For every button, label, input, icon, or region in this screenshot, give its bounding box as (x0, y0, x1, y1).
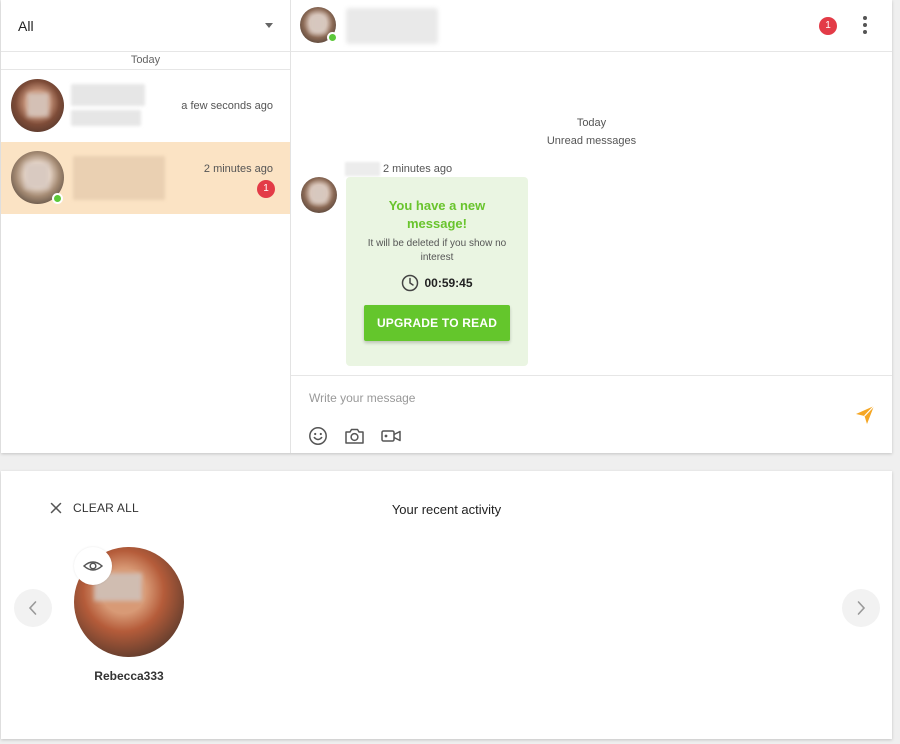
chevron-right-icon (857, 601, 866, 615)
emoji-icon[interactable] (308, 426, 328, 446)
more-vertical-icon[interactable] (862, 16, 868, 34)
message-time: 2 minutes ago (383, 162, 453, 175)
profile-name[interactable]: Rebecca333 (74, 669, 184, 683)
chevron-left-icon (28, 601, 37, 615)
online-status-dot (327, 32, 338, 43)
conversation-filter-dropdown[interactable]: All (1, 0, 290, 52)
locked-message-bubble: You have a new message! It will be delet… (346, 177, 528, 366)
eye-icon (82, 561, 104, 571)
conversation-time: 2 minutes ago (203, 163, 273, 175)
chat-window: 1 Today Unread messages 2 minutes ago Yo… (291, 0, 892, 453)
bubble-subtitle: It will be deleted if you show no intere… (367, 238, 507, 263)
upgrade-to-read-button[interactable]: UPGRADE TO READ (364, 305, 510, 341)
notification-badge[interactable]: 1 (819, 17, 837, 35)
contact-name-redacted (71, 84, 145, 106)
sender-name-redacted (345, 162, 380, 176)
message-composer (291, 375, 892, 453)
caret-down-icon (265, 23, 273, 28)
message-preview-redacted (71, 110, 141, 126)
video-camera-icon[interactable] (380, 426, 402, 446)
conversation-item-active[interactable]: 2 minutes ago 1 (1, 142, 290, 214)
carousel-prev-button[interactable] (14, 589, 52, 627)
messenger-panel: All Today a few seconds ago 2 minutes ag… (1, 0, 892, 453)
send-icon[interactable] (854, 404, 876, 426)
conversation-sidebar: All Today a few seconds ago 2 minutes ag… (1, 0, 291, 453)
chat-header: 1 (291, 0, 892, 52)
countdown-timer: 00:59:45 (346, 274, 528, 292)
contact-name-redacted (73, 156, 165, 200)
carousel-next-button[interactable] (842, 589, 880, 627)
message-meta: 2 minutes ago (345, 162, 452, 176)
unread-count-badge: 1 (257, 180, 275, 198)
conversation-item[interactable]: a few seconds ago (1, 70, 290, 142)
conversation-time: a few seconds ago (181, 100, 273, 112)
clock-icon (402, 274, 419, 292)
section-title: Your recent activity (391, 502, 502, 517)
unread-messages-label: Unread messages (546, 135, 637, 147)
bubble-title: You have a new message! (388, 198, 486, 231)
viewed-indicator (74, 547, 112, 585)
recent-activity-panel: CLEAR ALL Your recent activity Rebecca33… (1, 471, 892, 739)
message-list[interactable]: Today Unread messages 2 minutes ago You … (291, 52, 892, 374)
date-separator: Today (576, 117, 607, 129)
day-separator: Today (1, 52, 290, 70)
filter-selected-value: All (18, 17, 34, 34)
timer-value: 00:59:45 (424, 276, 473, 290)
contact-name-redacted (346, 8, 438, 44)
online-status-dot (52, 193, 63, 204)
camera-icon[interactable] (344, 426, 365, 446)
sender-avatar (301, 177, 337, 213)
message-input[interactable] (309, 388, 829, 408)
avatar (11, 79, 64, 132)
